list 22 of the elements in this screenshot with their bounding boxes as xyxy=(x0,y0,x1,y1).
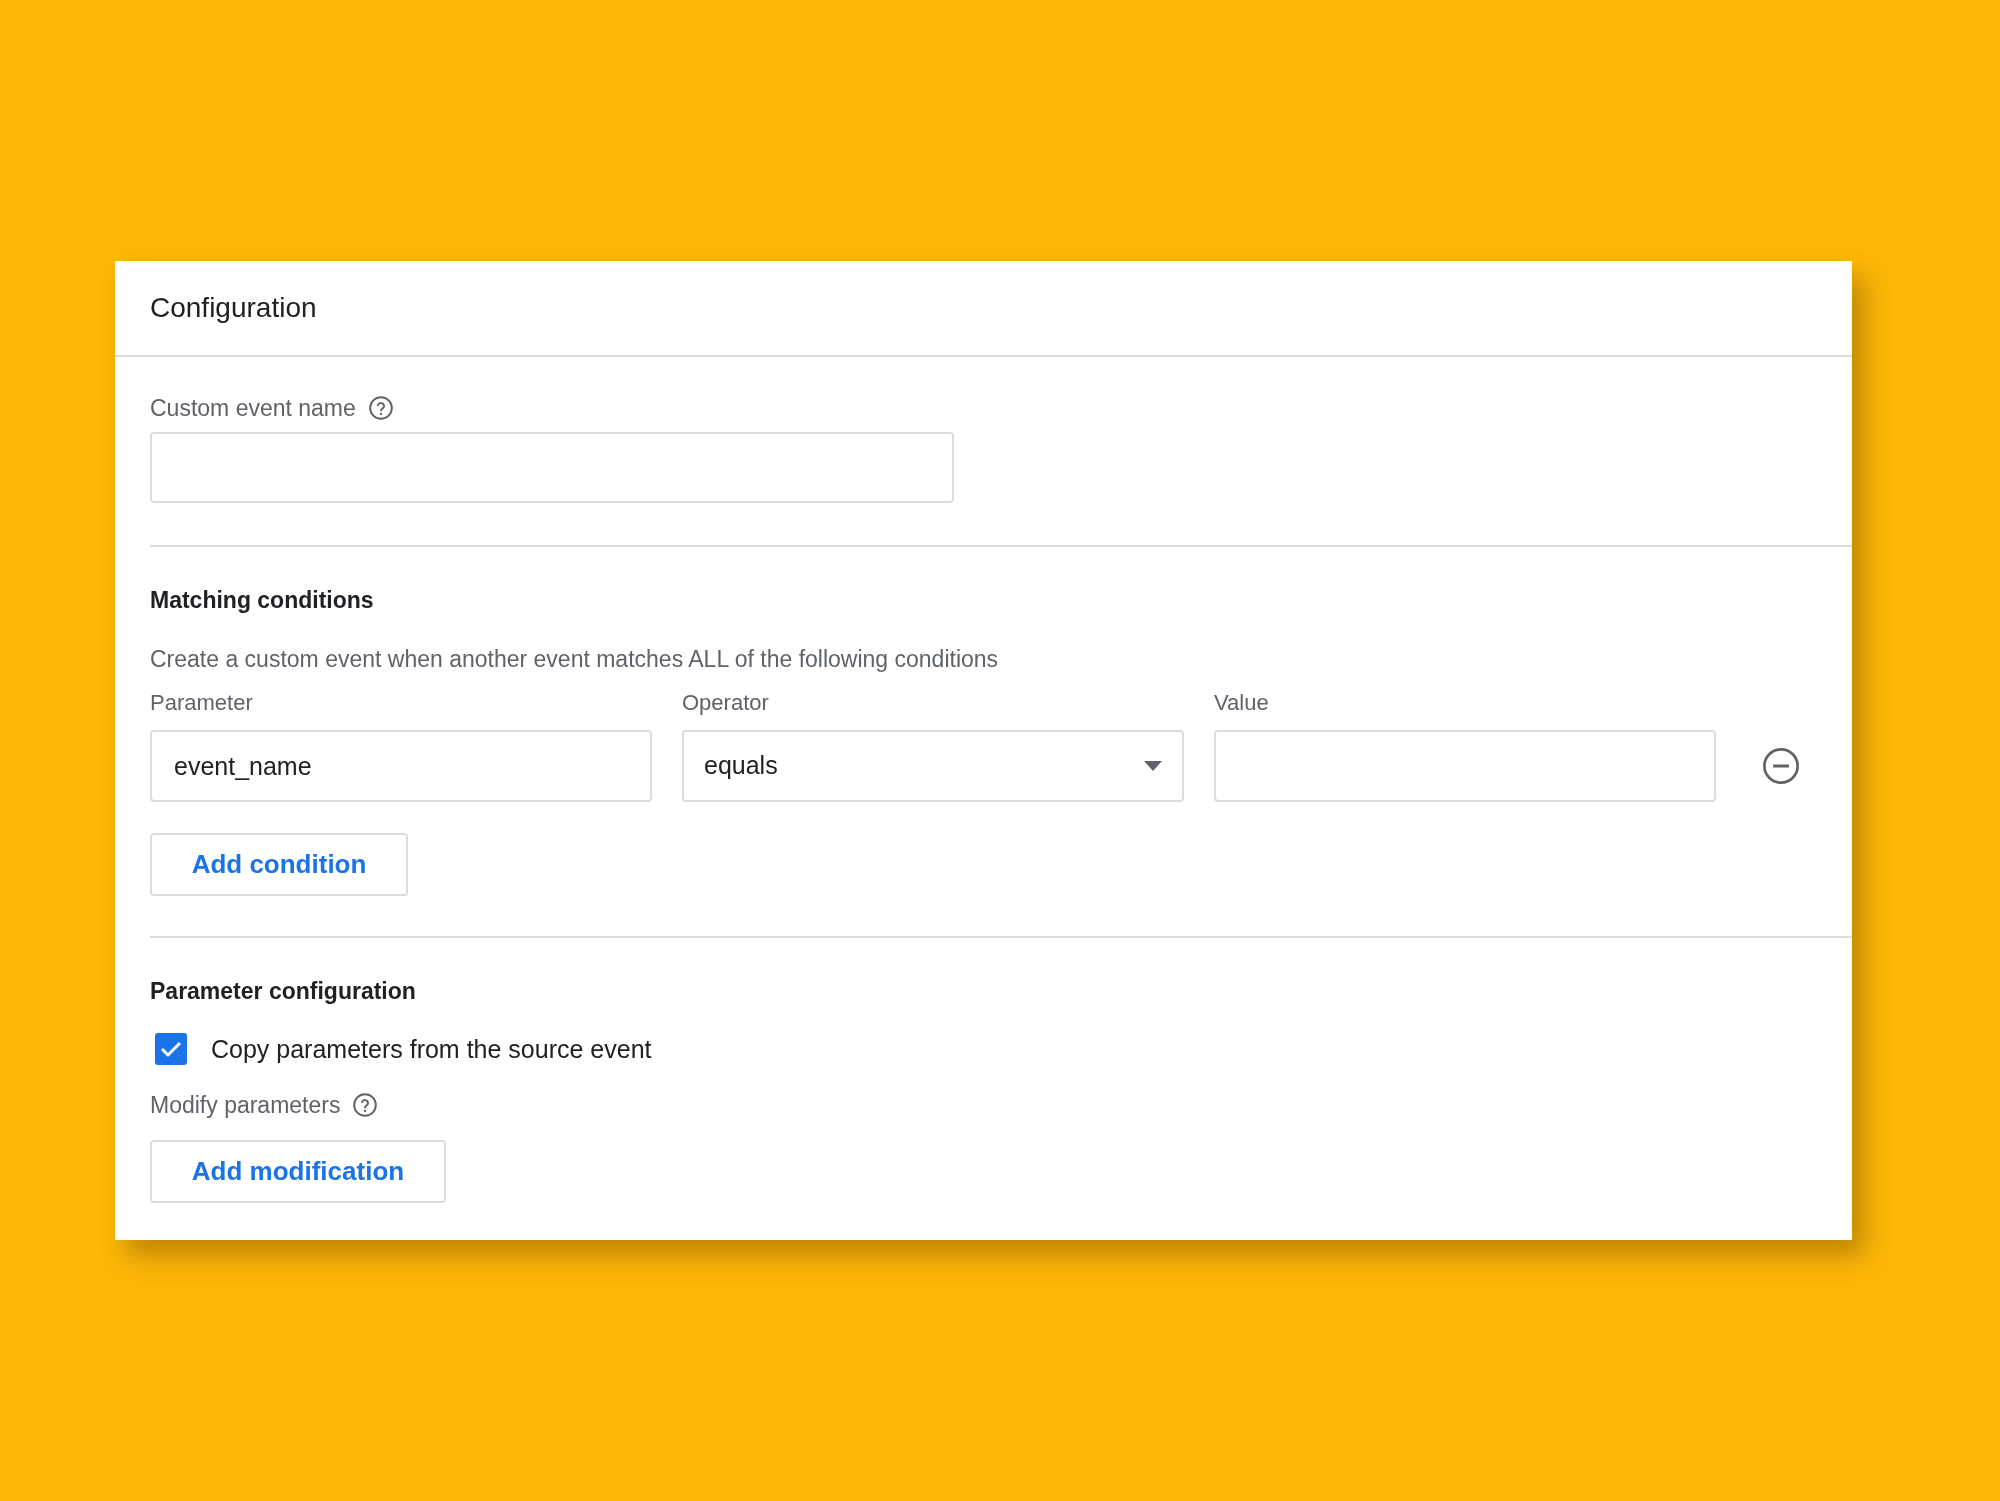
help-icon[interactable] xyxy=(352,1092,379,1118)
help-icon[interactable] xyxy=(367,395,394,421)
check-icon xyxy=(160,1040,182,1059)
add-modification-button[interactable]: Add modification xyxy=(150,1140,446,1203)
checkbox-label: Copy parameters from the source event xyxy=(211,1033,652,1065)
section-heading: Matching conditions xyxy=(150,586,375,615)
field-label: Custom event name xyxy=(150,393,356,423)
custom-event-name-input[interactable] xyxy=(150,432,954,503)
card-title: Configuration xyxy=(150,291,317,325)
copy-parameters-checkbox[interactable] xyxy=(155,1033,187,1066)
add-condition-button[interactable]: Add condition xyxy=(150,833,408,896)
dropdown-caret-icon xyxy=(1144,761,1162,771)
operator-dropdown[interactable]: equals xyxy=(682,730,1184,802)
field-label: Modify parameters xyxy=(150,1090,341,1120)
column-label: Value xyxy=(1214,689,1270,717)
parameter-input[interactable]: event_name xyxy=(150,730,652,802)
section-heading: Parameter configuration xyxy=(150,977,417,1006)
remove-circle-icon[interactable] xyxy=(1762,747,1800,785)
section-description: Create a custom event when another event matches ALL of the following conditions xyxy=(150,644,1000,674)
value-input[interactable] xyxy=(1214,730,1716,802)
column-label: Operator xyxy=(682,689,770,717)
column-label: Parameter xyxy=(150,689,254,717)
